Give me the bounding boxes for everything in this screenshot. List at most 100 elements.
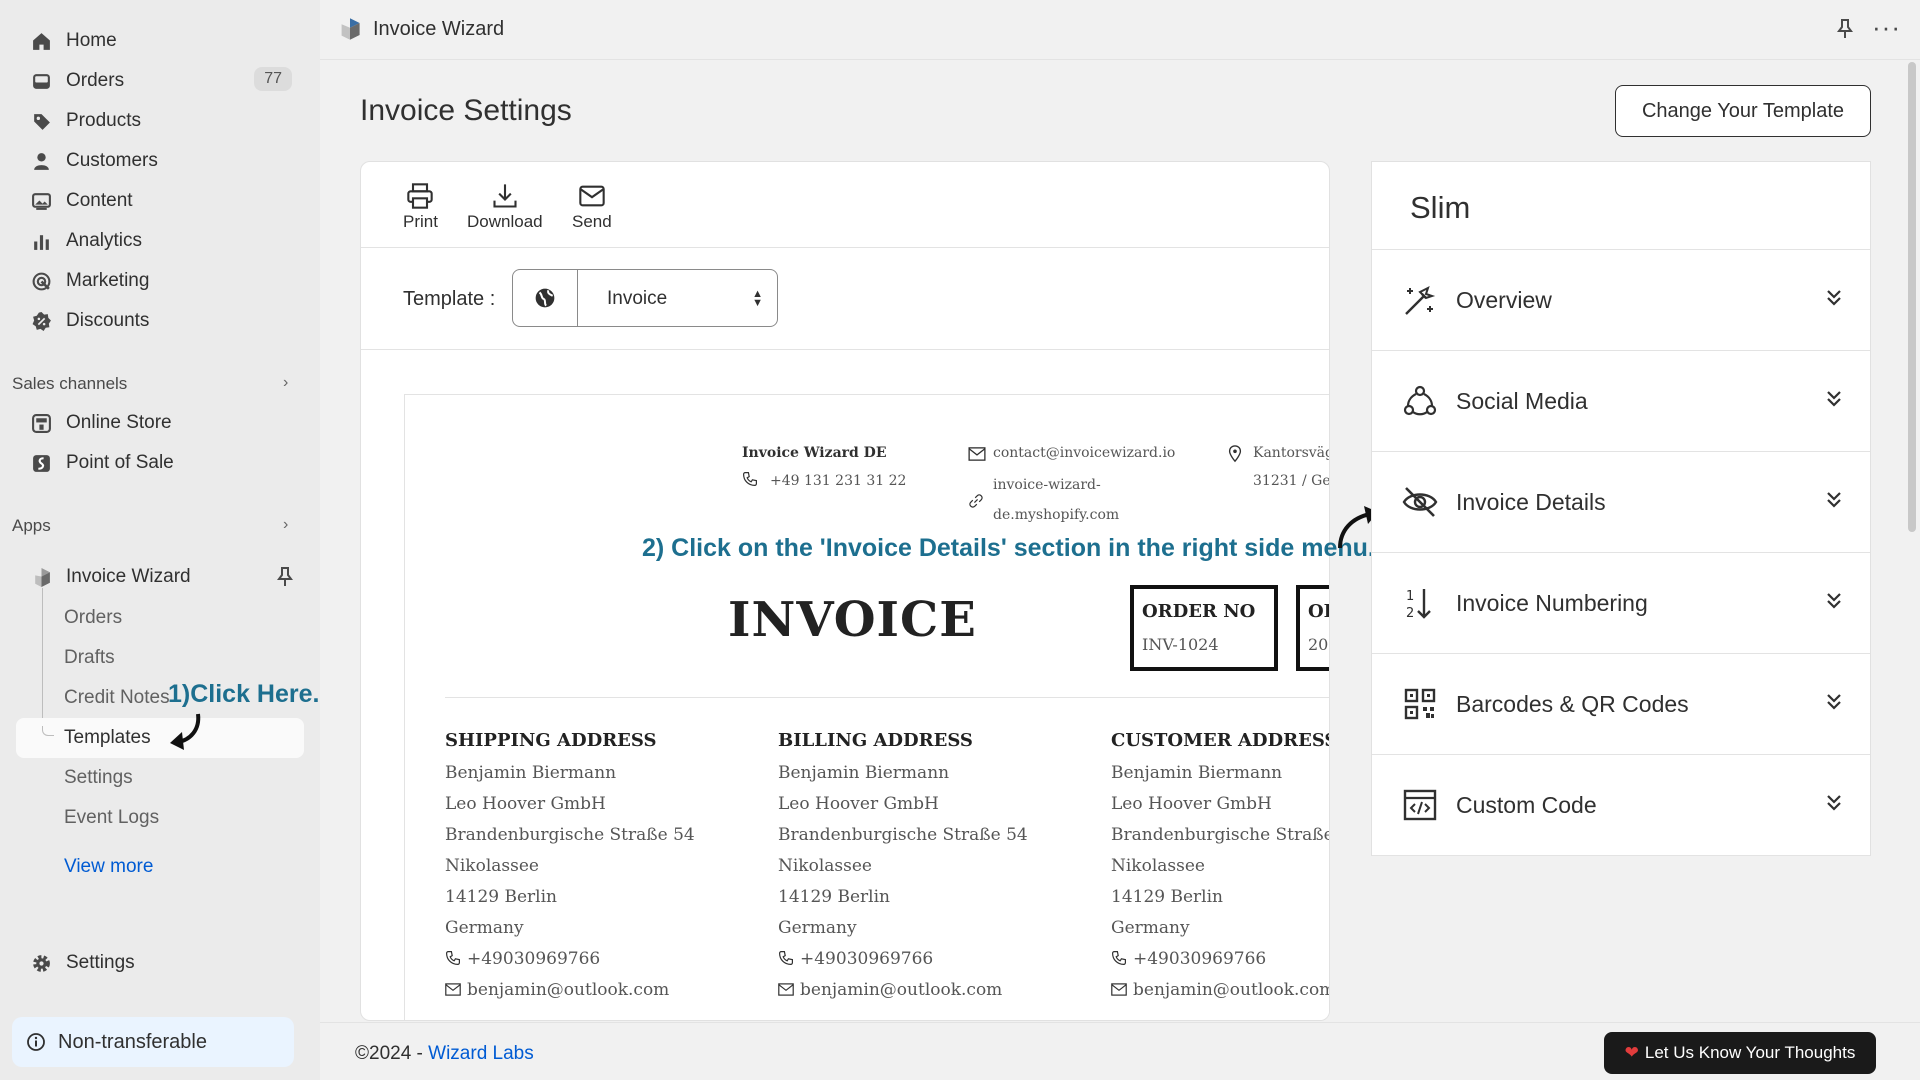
annotation-step-2: 2) Click on the 'Invoice Details' sectio… (642, 534, 1375, 562)
envelope-icon (968, 447, 986, 466)
nav-home-label: Home (66, 30, 117, 51)
company-website-line2: de.myshopify.com (993, 507, 1120, 523)
invoice-preview-card: Print Download Send Template : Invoice ▲… (360, 161, 1330, 1021)
nav-settings[interactable]: Settings (12, 944, 304, 982)
shipping-line: Germany (445, 918, 524, 938)
feedback-button[interactable]: ❤ Let Us Know Your Thoughts (1604, 1032, 1876, 1074)
customer-address-title: CUSTOMER ADDRESS (1111, 730, 1330, 751)
nav-marketing-label: Marketing (66, 270, 150, 291)
billing-line: Brandenburgische Straße 54 (778, 825, 1028, 845)
shipping-line: Benjamin Biermann (445, 763, 617, 783)
sub-item-settings[interactable]: Settings (64, 767, 133, 789)
sub-item-credit-notes[interactable]: Credit Notes (64, 687, 170, 709)
nav-marketing[interactable]: Marketing (12, 262, 304, 300)
nav-point-of-sale[interactable]: Point of Sale (12, 444, 304, 482)
sales-channels-chevron-icon[interactable]: › (283, 374, 288, 392)
order-date-box: OR 202 (1296, 585, 1329, 671)
section-invoice-numbering-label: Invoice Numbering (1456, 590, 1648, 616)
phone-icon (1111, 950, 1127, 971)
invoice-heading: INVOICE (728, 592, 977, 648)
inbox-icon (30, 70, 52, 92)
printer-icon (407, 183, 434, 209)
customer-line: Germany (1111, 918, 1190, 938)
image-icon (30, 190, 52, 212)
wizard-labs-link[interactable]: Wizard Labs (428, 1043, 534, 1064)
nav-online-store-label: Online Store (66, 412, 172, 433)
company-address-line1: Kantorsväg (1253, 445, 1330, 461)
pin-icon[interactable] (276, 566, 294, 593)
discount-icon (30, 310, 52, 332)
more-options-icon[interactable]: ··· (1872, 12, 1901, 43)
print-button[interactable]: Print (403, 182, 438, 232)
double-chevron-down-icon (1827, 795, 1841, 811)
apps-chevron-icon[interactable]: › (283, 516, 288, 534)
section-social-media[interactable]: Social Media (1372, 351, 1870, 452)
header-pin-icon[interactable] (1836, 18, 1854, 46)
bar-chart-icon (30, 230, 52, 252)
nav-online-store[interactable]: Online Store (12, 404, 304, 442)
page-title: Invoice Settings (360, 94, 572, 127)
billing-phone: +49030969766 (800, 949, 934, 969)
page-scrollbar[interactable] (1908, 62, 1916, 532)
preview-divider (445, 697, 1329, 698)
section-custom-code[interactable]: Custom Code (1372, 755, 1870, 856)
nav-analytics[interactable]: Analytics (12, 222, 304, 260)
company-name: Invoice Wizard DE (742, 445, 887, 461)
target-icon (30, 270, 52, 292)
sub-item-drafts[interactable]: Drafts (64, 647, 115, 669)
nav-home[interactable]: Home (12, 22, 304, 60)
order-number-label: ORDER NO (1142, 601, 1256, 622)
sub-item-event-logs[interactable]: Event Logs (64, 807, 159, 829)
invoice-document: Invoice Wizard DE +49 131 231 31 22 cont… (404, 394, 1330, 1020)
send-button[interactable]: Send (572, 182, 612, 232)
panel-title: Slim (1410, 190, 1471, 225)
billing-address-title: BILLING ADDRESS (778, 730, 973, 751)
nav-analytics-label: Analytics (66, 230, 143, 251)
order-date-value: 202 (1308, 635, 1329, 654)
non-transferable-card[interactable]: Non-transferable (12, 1017, 294, 1067)
order-number-value: INV-1024 (1142, 635, 1219, 654)
nav-content[interactable]: Content (12, 182, 304, 220)
sub-item-orders[interactable]: Orders (64, 607, 122, 629)
copyright: ©2024 - Wizard Labs (355, 1043, 534, 1065)
sub-item-templates[interactable]: Templates (64, 727, 151, 749)
nav-invoice-wizard[interactable]: Invoice Wizard (12, 558, 304, 596)
nav-orders[interactable]: Orders 77 (12, 62, 304, 100)
download-button[interactable]: Download (467, 182, 543, 232)
send-label: Send (572, 212, 612, 231)
sales-channels-title: Sales channels (12, 374, 128, 393)
template-row: Template : Invoice ▲ ▼ (361, 248, 1329, 350)
tag-icon (30, 110, 52, 132)
qr-code-icon (1404, 688, 1436, 720)
apps-title: Apps (12, 516, 51, 535)
shipping-phone: +49030969766 (467, 949, 601, 969)
customer-line: Nikolassee (1111, 856, 1205, 876)
section-invoice-numbering[interactable]: 12 Invoice Numbering (1372, 553, 1870, 654)
store-icon (30, 412, 52, 434)
pos-icon (30, 452, 52, 474)
sort-numeric-icon: 12 (1406, 589, 1431, 621)
view-more-link[interactable]: View more (64, 856, 153, 878)
app-header-title: Invoice Wizard (373, 18, 505, 40)
section-invoice-details[interactable]: Invoice Details (1372, 452, 1870, 553)
envelope-icon (778, 983, 794, 1001)
change-template-button[interactable]: Change Your Template (1615, 85, 1871, 137)
globe-icon[interactable] (513, 270, 578, 326)
double-chevron-down-icon (1827, 492, 1841, 508)
envelope-icon (445, 983, 461, 1001)
section-barcodes-qr[interactable]: Barcodes & QR Codes (1372, 654, 1870, 755)
nav-invoice-wizard-label: Invoice Wizard (66, 566, 191, 587)
section-invoice-details-label: Invoice Details (1456, 489, 1606, 515)
nav-discounts[interactable]: Discounts (12, 302, 304, 340)
nav-products-label: Products (66, 110, 141, 131)
section-overview[interactable]: Overview (1372, 250, 1870, 351)
customer-line: Benjamin Biermann (1111, 763, 1283, 783)
download-label: Download (467, 212, 543, 231)
nav-products[interactable]: Products (12, 102, 304, 140)
app-header: Invoice Wizard ··· (320, 0, 1920, 60)
customer-line: Brandenburgische Straße 54 (1111, 825, 1330, 845)
nav-customers[interactable]: Customers (12, 142, 304, 180)
footer: ©2024 - Wizard Labs ❤ Let Us Know Your T… (320, 1022, 1920, 1080)
shipping-address-title: SHIPPING ADDRESS (445, 730, 657, 751)
template-select[interactable]: Invoice ▲ ▼ (512, 269, 778, 327)
